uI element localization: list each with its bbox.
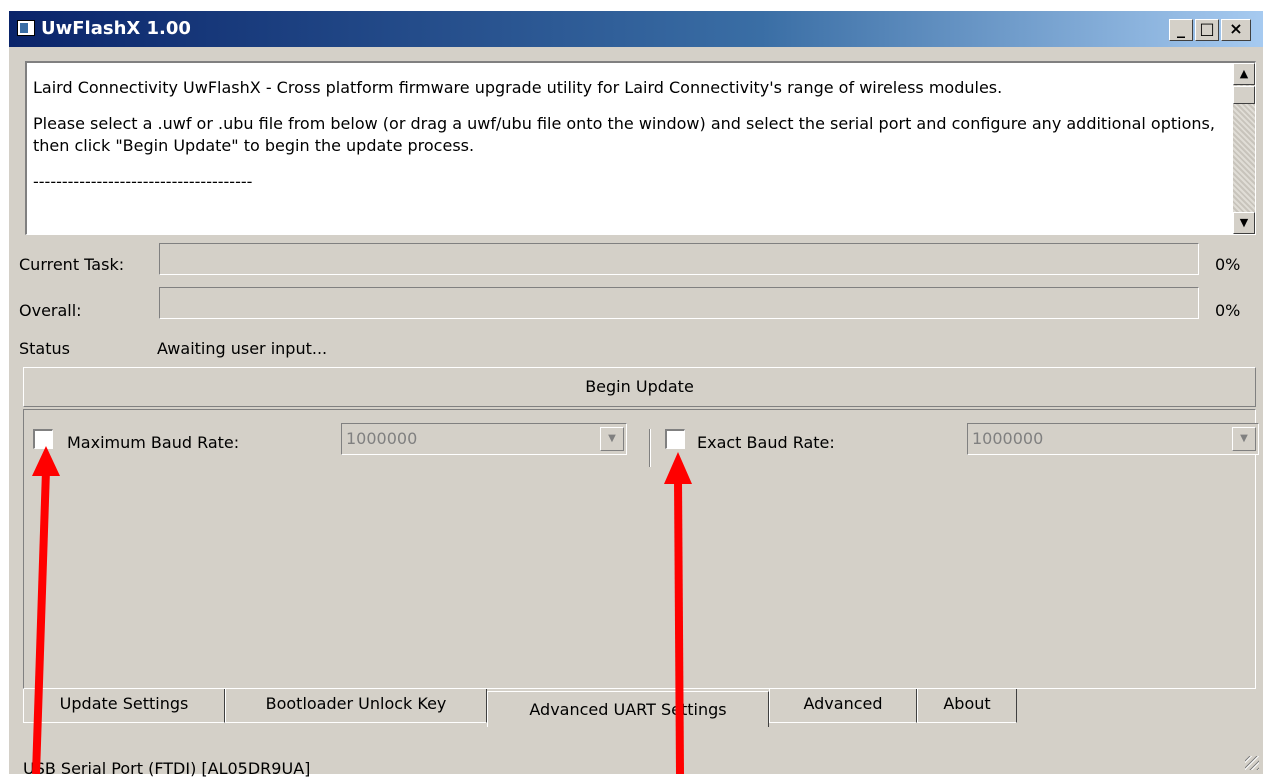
maximize-button[interactable]: □: [1195, 19, 1219, 41]
tab-update-settings[interactable]: Update Settings: [23, 689, 225, 723]
app-icon: [17, 20, 35, 36]
exact-baud-rate-value: 1000000: [972, 429, 1044, 448]
scroll-thumb[interactable]: [1233, 86, 1255, 104]
status-text: Awaiting user input...: [157, 339, 328, 358]
overall-progress-bar: [159, 287, 1199, 319]
overall-label: Overall:: [19, 301, 82, 320]
max-baud-rate-select[interactable]: 1000000 ▼: [341, 423, 627, 455]
scroll-up-button[interactable]: ▲: [1233, 63, 1255, 85]
overall-percent: 0%: [1215, 301, 1241, 320]
info-scrollbar[interactable]: ▲ ▼: [1233, 63, 1255, 234]
tab-bootloader-unlock-key[interactable]: Bootloader Unlock Key: [225, 689, 487, 723]
exact-baud-rate-select[interactable]: 1000000 ▼: [967, 423, 1259, 455]
close-button[interactable]: ×: [1221, 19, 1251, 41]
info-log-text: Laird Connectivity UwFlashX - Cross plat…: [33, 77, 1223, 207]
max-baud-rate-label: Maximum Baud Rate:: [67, 433, 240, 452]
info-line-instructions: Please select a .uwf or .ubu file from b…: [33, 114, 1215, 155]
window-title: UwFlashX 1.00: [41, 18, 191, 39]
info-line-separator: --------------------------------------: [33, 172, 253, 191]
begin-update-button[interactable]: Begin Update: [23, 367, 1256, 407]
options-divider: [649, 429, 651, 467]
status-label: Status: [19, 339, 70, 358]
max-baud-rate-value: 1000000: [346, 429, 418, 448]
max-baud-rate-checkbox[interactable]: [33, 429, 53, 449]
resize-grip-icon[interactable]: [1245, 756, 1259, 770]
chevron-down-icon[interactable]: ▼: [1232, 427, 1256, 451]
statusbar-serial-port: USB Serial Port (FTDI) [AL05DR9UA]: [23, 759, 311, 778]
exact-baud-rate-checkbox[interactable]: [665, 429, 685, 449]
scroll-down-button[interactable]: ▼: [1233, 212, 1255, 234]
tab-advanced[interactable]: Advanced: [769, 689, 917, 723]
current-task-percent: 0%: [1215, 255, 1241, 274]
chevron-down-icon[interactable]: ▼: [600, 427, 624, 451]
minimize-button[interactable]: _: [1169, 19, 1193, 41]
info-line-intro: Laird Connectivity UwFlashX - Cross plat…: [33, 78, 1003, 97]
current-task-label: Current Task:: [19, 255, 125, 274]
title-bar[interactable]: UwFlashX 1.00 _ □ ×: [9, 11, 1263, 47]
tab-about[interactable]: About: [917, 689, 1017, 723]
info-log-textbox[interactable]: Laird Connectivity UwFlashX - Cross plat…: [25, 61, 1256, 235]
current-task-progress-bar: [159, 243, 1199, 275]
tab-advanced-uart-settings[interactable]: Advanced UART Settings: [487, 691, 769, 727]
main-window: UwFlashX 1.00 _ □ × Laird Connectivity U…: [8, 10, 1263, 778]
exact-baud-rate-label: Exact Baud Rate:: [697, 433, 835, 452]
